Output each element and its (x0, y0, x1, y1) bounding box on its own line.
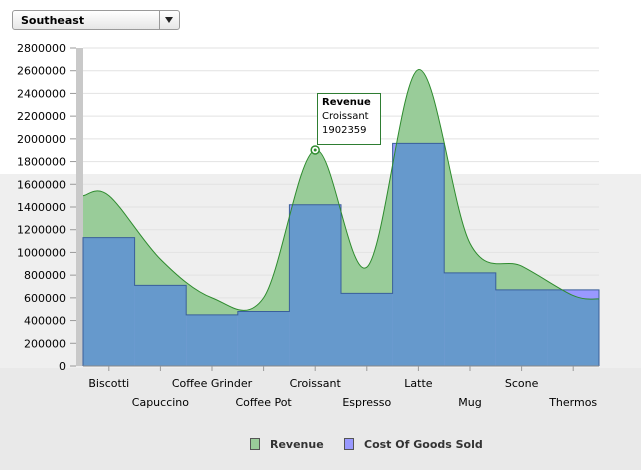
overlap-step (134, 285, 187, 366)
x-tick-label: Biscotti (88, 377, 129, 390)
tooltip-category: Croissant (322, 111, 369, 122)
y-tick-label: 600000 (24, 292, 66, 305)
x-tick-label: Scone (505, 377, 539, 390)
tooltip-value: 1902359 (322, 125, 367, 136)
x-tick-label: Mug (458, 396, 481, 409)
y-tick-label: 2200000 (17, 110, 66, 123)
overlap-step (444, 272, 496, 366)
y-tick-label: 800000 (24, 269, 66, 282)
legend-swatch-cogs (344, 438, 354, 450)
y-tick-label: 200000 (24, 337, 66, 350)
y-tick-label: 1000000 (17, 246, 66, 259)
overlap-step (289, 204, 341, 366)
y-tick-label: 1200000 (17, 224, 66, 237)
revenue-cogs-chart: 0 200000 400000 600000 800000 1000000 1200000 1… (17, 42, 600, 409)
data-tooltip: Revenue Croissant 1902359 (317, 93, 381, 145)
x-tick-label: Coffee Grinder (172, 377, 253, 390)
y-tick-label: 0 (59, 360, 66, 373)
y-tick-label: 400000 (24, 315, 66, 328)
x-tick-label: Thermos (548, 396, 597, 409)
y-tick-label: 1400000 (17, 201, 66, 214)
overlap-step (341, 293, 393, 366)
y-tick-label: 1800000 (17, 156, 66, 169)
overlap-step (186, 314, 238, 366)
y-axis-bar (76, 48, 83, 366)
y-tick-label: 2600000 (17, 65, 66, 78)
overlap-step (392, 143, 445, 366)
overlap-step (495, 289, 548, 366)
y-tick-label: 1600000 (17, 178, 66, 191)
overlap-step (83, 237, 135, 366)
x-tick-label: Capuccino (132, 396, 189, 409)
legend-label-cogs: Cost Of Goods Sold (364, 438, 483, 451)
highlight-point-center (313, 148, 317, 152)
y-tick-label: 2800000 (17, 42, 66, 55)
x-tick-label: Latte (404, 377, 432, 390)
tooltip-series: Revenue (322, 97, 371, 108)
overlap-step (547, 289, 599, 366)
y-tick-label: 2000000 (17, 133, 66, 146)
legend-label-revenue: Revenue (270, 438, 324, 451)
x-tick-label: Coffee Pot (235, 396, 292, 409)
overlap-step (237, 311, 290, 366)
x-tick-label: Espresso (342, 396, 391, 409)
x-tick-label: Croissant (290, 377, 342, 390)
y-tick-label: 2400000 (17, 87, 66, 100)
legend-swatch-revenue (250, 438, 260, 450)
